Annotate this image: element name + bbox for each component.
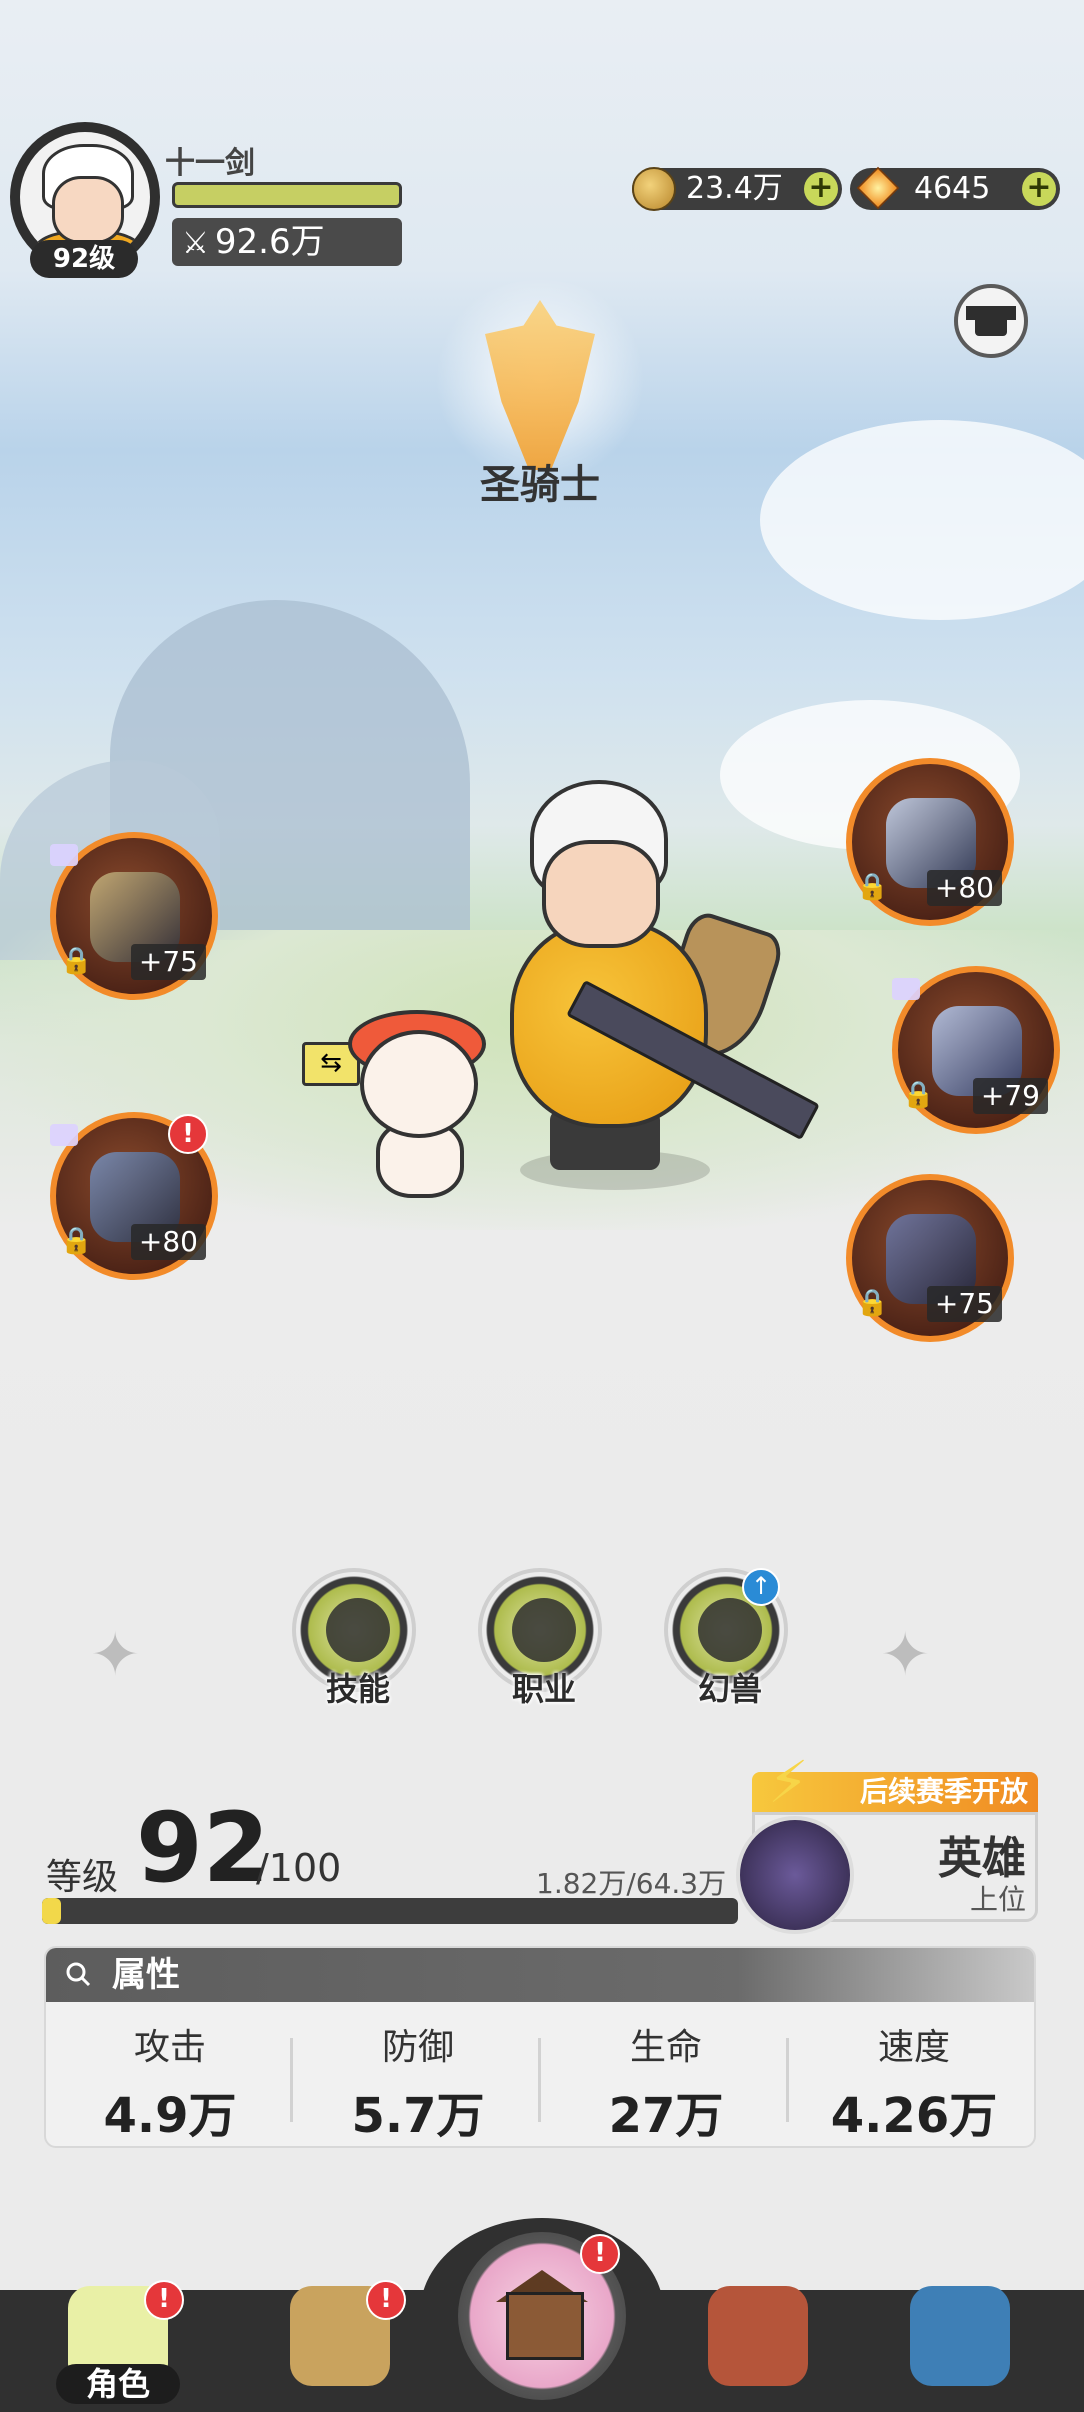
attr-value: 4.9万 <box>103 2088 237 2144</box>
level-max: /100 <box>256 1846 342 1890</box>
gold-coin-icon <box>632 167 676 211</box>
hero-character[interactable] <box>480 780 820 1210</box>
level-progress-bar <box>42 1898 738 1924</box>
level-progress-fill <box>42 1898 62 1924</box>
nav-portal[interactable] <box>880 2280 1040 2412</box>
gold-currency: 23.4万 + <box>632 167 842 211</box>
lock-icon: 🔒 <box>60 1226 93 1256</box>
upgrade-arrow-icon: ↑ <box>742 1568 780 1606</box>
attr-value: 5.7万 <box>351 2088 485 2144</box>
gem-socket-icon <box>50 1124 78 1146</box>
skill-label: 技能 <box>325 1670 390 1708</box>
lock-icon: 🔒 <box>856 1288 889 1318</box>
player-name: 十一剑 <box>165 146 255 181</box>
attr-value: 27万 <box>608 2088 724 2144</box>
gem-socket-icon <box>892 978 920 1000</box>
shirt-sleeve <box>1002 306 1016 320</box>
lock-icon: 🔒 <box>60 946 93 976</box>
attr-name: 攻击 <box>133 2027 206 2068</box>
portal-icon <box>910 2286 1010 2386</box>
level-exp: 1.82万/64.3万 <box>536 1867 727 1900</box>
attr-value: 4.26万 <box>830 2088 998 2144</box>
house-icon <box>506 2292 584 2360</box>
cloud <box>760 420 1084 620</box>
beast-cat-icon <box>698 1598 762 1662</box>
alert-badge: ! <box>580 2234 620 2274</box>
attributes-title: 属性 <box>112 1955 180 1995</box>
outfit-button[interactable] <box>954 284 1028 358</box>
nav-role[interactable]: ! 角色 <box>38 2280 198 2412</box>
alert-badge: ! <box>144 2280 184 2320</box>
add-gold-button[interactable]: + <box>804 172 838 206</box>
job-label: 职业 <box>511 1670 576 1708</box>
divider <box>786 2038 789 2122</box>
level-number: 92 <box>136 1792 270 1904</box>
add-gem-button[interactable]: + <box>1022 172 1056 206</box>
attr-health: 生命 27万 <box>542 2012 790 2144</box>
attr-name: 防御 <box>381 2027 454 2068</box>
combat-power: ⚔ 92.6万 <box>172 218 402 266</box>
alert-badge: ! <box>366 2280 406 2320</box>
gem-amount: 4645 <box>914 171 991 206</box>
nav-role-label: 角色 <box>56 2364 180 2404</box>
attributes-panel[interactable]: 属性 攻击 4.9万 防御 5.7万 生命 27万 速度 4.26万 <box>44 1946 1036 2148</box>
pet-head <box>360 1030 478 1138</box>
attr-speed: 速度 4.26万 <box>790 2012 1034 2144</box>
divider-ornament-right: ✦ <box>880 1620 931 1690</box>
player-xp-bar <box>172 182 402 208</box>
skill-icon <box>326 1598 390 1662</box>
attr-name: 生命 <box>629 2027 702 2068</box>
beast-label: 幻兽 <box>697 1670 762 1708</box>
equip-slot-shoulder[interactable]: 🔒 +80 <box>846 758 1014 926</box>
season-rank-card[interactable]: 后续赛季开放 ⚡ 英雄 上位 <box>736 1748 1040 1934</box>
lock-icon: 🔒 <box>856 872 889 902</box>
level-label: 等级 <box>46 1857 119 1898</box>
gem-icon <box>856 166 900 210</box>
divider <box>538 2038 541 2122</box>
equip-level: +79 <box>972 1078 1048 1114</box>
equip-level: +80 <box>130 1224 206 1260</box>
job-icon <box>512 1598 576 1662</box>
avatar-face <box>52 176 124 244</box>
guild-shield-icon <box>708 2286 808 2386</box>
nav-book[interactable]: ! <box>260 2280 420 2412</box>
divider-ornament-left: ✦ <box>90 1620 141 1690</box>
equip-level: +75 <box>926 1286 1002 1322</box>
lightning-icon: ⚡ <box>768 1748 809 1816</box>
equip-level: +75 <box>130 944 206 980</box>
attr-name: 速度 <box>877 2027 950 2068</box>
hero-face <box>542 840 660 948</box>
search-icon <box>66 1962 91 1987</box>
shirt-sleeve <box>966 306 980 320</box>
season-rank-title: 英雄 <box>938 1833 1026 1884</box>
job-button[interactable]: 职业 <box>478 1568 602 1708</box>
player-level-badge: 92级 <box>30 240 138 278</box>
equip-slot-weapon[interactable]: 🔒 +75 <box>50 832 218 1000</box>
beast-button[interactable]: ↑ 幻兽 <box>664 1568 788 1708</box>
nav-guild[interactable] <box>678 2280 838 2412</box>
equip-level: +80 <box>926 870 1002 906</box>
rank-emblem-icon <box>736 1816 854 1934</box>
attr-defense: 防御 5.7万 <box>294 2012 542 2144</box>
skill-button[interactable]: 技能 <box>292 1568 416 1708</box>
alert-badge: ! <box>168 1114 208 1154</box>
lock-icon: 🔒 <box>902 1080 935 1110</box>
class-name: 圣骑士 <box>480 462 600 508</box>
gold-amount: 23.4万 <box>686 171 783 206</box>
pet-character[interactable] <box>340 1010 490 1210</box>
divider <box>290 2038 293 2122</box>
attributes-header: 属性 <box>46 1948 1034 2002</box>
crossed-swords-icon: ⚔ <box>182 226 209 261</box>
equip-slot-helmet[interactable]: ! 🔒 +80 <box>50 1112 218 1280</box>
gem-socket-icon <box>50 844 78 866</box>
equip-slot-armor[interactable]: 🔒 +79 <box>892 966 1060 1134</box>
equip-slot-boots[interactable]: 🔒 +75 <box>846 1174 1014 1342</box>
gem-currency: 4645 + <box>850 166 1060 210</box>
season-rank-subtitle: 上位 <box>969 1883 1026 1916</box>
attr-attack: 攻击 4.9万 <box>46 2012 294 2144</box>
combat-power-value: 92.6万 <box>214 222 325 262</box>
